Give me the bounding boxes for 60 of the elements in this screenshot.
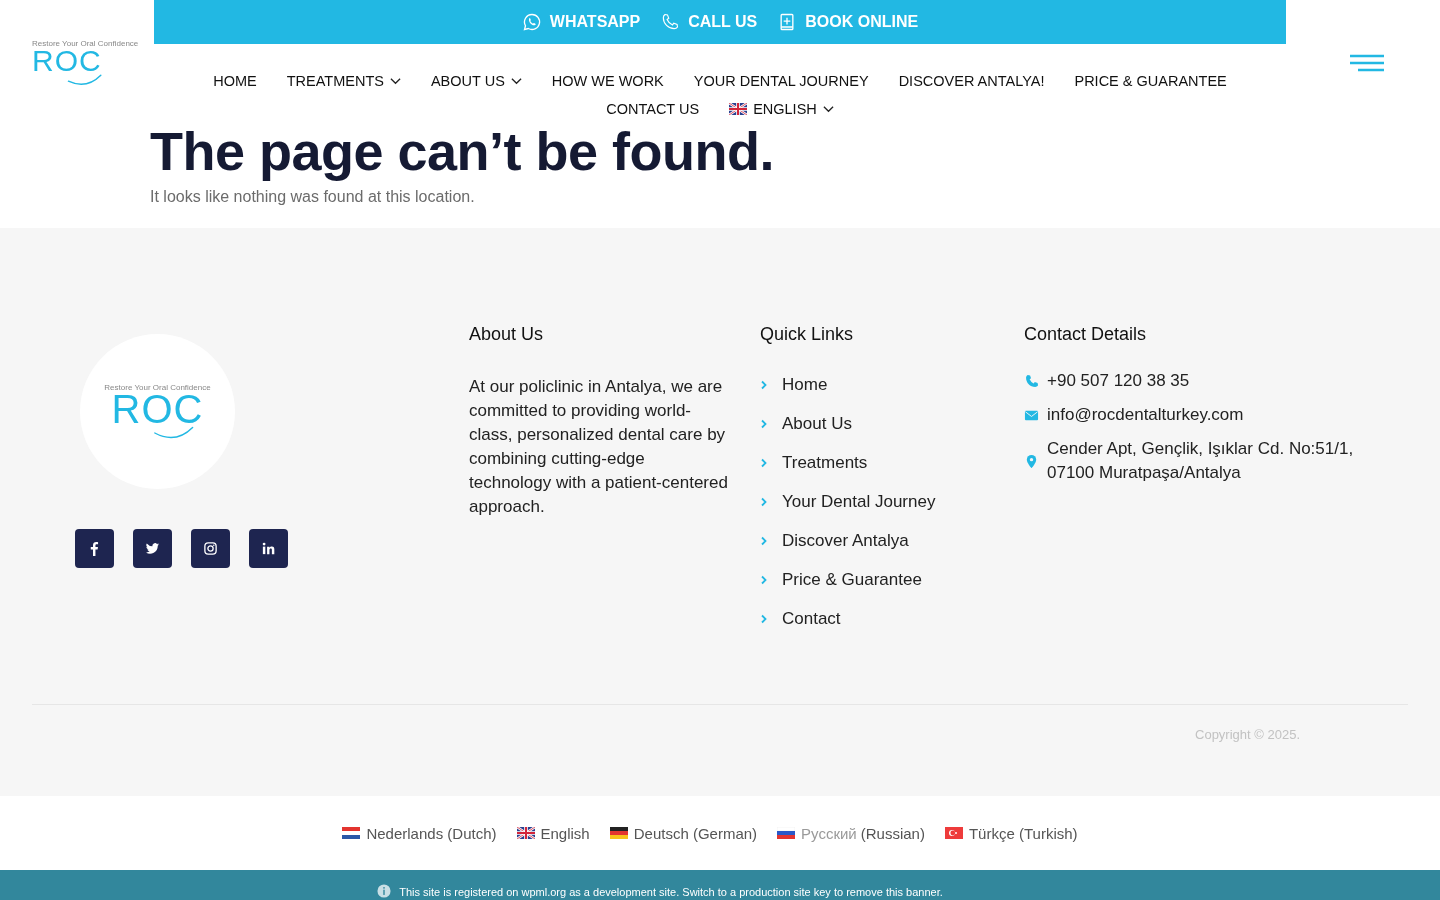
social-button[interactable] <box>133 529 172 568</box>
flag-icon <box>729 103 748 115</box>
nav-link[interactable]: PRICE & GUARANTEE <box>1074 72 1227 90</box>
footer-link[interactable]: Contact <box>782 608 841 629</box>
contact-text: +90 507 120 38 35 <box>1047 370 1191 392</box>
flag-icon <box>777 827 796 839</box>
chevron-icon <box>760 574 768 585</box>
language-link[interactable]: Русский (Russian) <box>777 824 925 842</box>
footer-link[interactable]: Home <box>782 374 828 395</box>
language-link[interactable]: Türkçe (Turkish) <box>944 824 1078 842</box>
chevron-icon <box>760 418 768 429</box>
footer-link[interactable]: Your Dental Journey <box>782 491 936 512</box>
column-heading: Quick Links <box>760 324 855 345</box>
phone-icon <box>660 12 681 32</box>
flag-icon <box>342 827 361 839</box>
column-heading: Contact Details <box>1024 324 1148 345</box>
linkedin-icon <box>261 541 276 556</box>
nav-link[interactable]: DISCOVER ANTALYA! <box>898 72 1045 90</box>
logo[interactable]: Restore Your Oral Confidence ROC <box>32 39 139 86</box>
page-title: The page can’t be found. <box>150 120 775 182</box>
logo-tagline: Restore Your Oral Confidence <box>32 39 139 48</box>
phone-icon <box>1024 373 1039 389</box>
contact-text: info@rocdentalturkey.com <box>1047 404 1245 426</box>
footer-link[interactable]: Treatments <box>782 452 868 473</box>
chevron-icon <box>760 496 768 507</box>
flag-icon <box>516 827 535 839</box>
logo-tagline: Restore Your Oral Confidence <box>104 383 211 392</box>
bird-icon <box>145 541 160 556</box>
logo-name: ROC <box>111 392 204 426</box>
nav-link[interactable]: ABOUT US <box>430 72 522 90</box>
contact-text: Cender Apt, Gençlik, Işıklar Cd. No:51/1, 07100 Muratpaşa/Antalya <box>1047 438 1355 484</box>
about-text: At our policlinic in Antalya, we are committed to providing world-class, personalized dental care by combining cutting-edge technology with a patient-centered approach. <box>469 376 729 518</box>
location-pin-icon <box>1024 453 1039 469</box>
social-button[interactable] <box>191 529 230 568</box>
language-link[interactable]: Nederlands (Dutch) <box>342 824 497 842</box>
flag-icon <box>944 827 963 839</box>
nav-link[interactable]: TREATMENTS <box>286 72 401 90</box>
social-button[interactable] <box>249 529 288 568</box>
nav-link[interactable]: YOUR DENTAL JOURNEY <box>693 72 869 90</box>
banner-text: This site is registered on wpml.org as a development site. Switch to a production site key to remove this banner. <box>399 886 943 898</box>
footer-link[interactable]: Price & Guarantee <box>782 569 922 590</box>
nav-link[interactable]: HOW WE WORK <box>551 72 664 90</box>
chevron-icon <box>760 457 768 468</box>
not-found-message: It looks like nothing was found at this location. <box>150 188 475 206</box>
social-button[interactable] <box>75 529 114 568</box>
whatsapp-icon <box>521 12 542 32</box>
nav-link[interactable]: ENGLISH <box>729 100 834 118</box>
chevron-icon <box>760 379 768 390</box>
column-heading: About Us <box>469 324 545 345</box>
chevron-icon <box>760 613 768 624</box>
chevron-icon <box>760 535 768 546</box>
nav-link[interactable]: CONTACT US <box>606 100 700 118</box>
language-link[interactable]: English <box>516 824 590 842</box>
instagram-icon <box>203 541 218 556</box>
footer-link[interactable]: About Us <box>782 413 852 434</box>
footer-link[interactable]: Discover Antalya <box>782 530 909 551</box>
logo-name: ROC <box>32 48 102 74</box>
nav-link[interactable]: HOME <box>213 72 257 90</box>
flag-icon <box>609 827 628 839</box>
language-link[interactable]: Deutsch (German) <box>609 824 758 842</box>
